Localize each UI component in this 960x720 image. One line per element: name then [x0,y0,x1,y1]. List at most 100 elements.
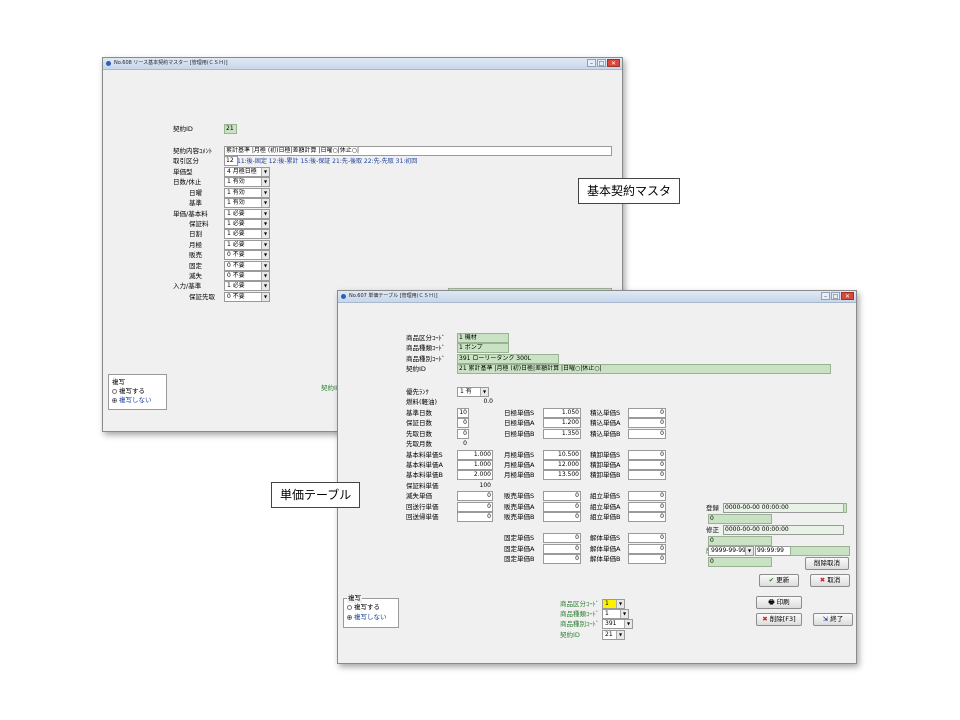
price-field[interactable]: 0 [543,491,581,501]
delete-cancel-button[interactable]: 削除取消 [805,557,849,570]
window-controls: – □ ✕ [820,292,854,300]
price-field[interactable]: 2.000 [457,470,493,480]
price-field[interactable]: 0 [543,554,581,564]
close-icon[interactable]: ✕ [607,59,620,67]
price-field[interactable]: 0 [628,502,666,512]
master-row-value: 0 不要 [227,292,245,300]
price-label: 回送行単価 [406,503,439,511]
fuel-field[interactable]: 0.0 [457,397,495,407]
price-field[interactable]: 0 [457,512,493,522]
tanka-fukusha-yes-radio[interactable]: 複写する [347,603,380,612]
price-field[interactable]: 1.000 [457,450,493,460]
price-field[interactable]: 0 [457,439,469,449]
master-row-select[interactable]: 1 有効 ▼ [224,177,270,188]
contract-id-label: 契約ID [173,125,193,133]
search-select[interactable]: 1 ▼ [602,599,625,609]
del-date-select[interactable]: 9999-99-99 ▼ [708,546,754,556]
comment-field[interactable]: 累計基準 |月極 (初)日極|差額計算 |日曜○|休止○| [224,146,612,156]
maximize-icon[interactable]: □ [597,59,606,67]
master-row-label: 販売 [189,251,202,260]
end-button[interactable]: ⇲ 終了 [813,613,853,626]
price-label: 固定単価S [504,534,535,542]
chevron-down-icon: ▼ [480,388,488,396]
price-field[interactable]: 100 [457,481,493,491]
price-field[interactable]: 0 [628,470,666,480]
search-select[interactable]: 391 ▼ [602,619,633,630]
price-label: 販売単価A [504,503,535,511]
price-field[interactable]: 0 [543,502,581,512]
price-field[interactable]: 0 [543,533,581,543]
master-row-select[interactable]: 1 有効 ▼ [224,198,270,209]
master-row-value: 1 必要 [227,240,245,248]
master-row-select[interactable]: 0 不要 ▼ [224,271,270,281]
master-row-value: 1 有効 [227,178,245,186]
delete-button[interactable]: ✖ 削除[F3] [756,613,802,626]
price-field[interactable]: 0 [543,544,581,554]
master-row-select[interactable]: 1 必要 ▼ [224,219,270,229]
price-field[interactable]: 10 [457,408,469,418]
price-field[interactable]: 0 [628,491,666,501]
price-field[interactable]: 0 [628,418,666,428]
cancel-button[interactable]: ✖ 取消 [810,574,850,587]
price-field[interactable]: 0 [543,512,581,522]
price-field[interactable]: 0 [628,429,666,439]
update-button[interactable]: ✔ 更新 [759,574,799,587]
price-label: 日極単価A [504,419,535,427]
minimize-icon[interactable]: – [821,292,830,300]
master-row-value: 0 不要 [227,261,245,269]
price-field[interactable]: 0 [628,554,666,564]
master-row-select[interactable]: 1 有効 ▼ [224,187,270,198]
header-field: 1 ポンプ [457,343,509,354]
price-field[interactable]: 0 [628,544,666,554]
price-field[interactable]: 0 [457,418,469,428]
master-row-select[interactable]: 4 月極日極 ▼ [224,167,270,177]
torihiki-field[interactable]: 12 [224,156,238,166]
master-row-select[interactable]: 0 不要 ▼ [224,260,270,271]
priority-select[interactable]: 1 有 ▼ [457,387,489,397]
master-row-label: 単価/基本料 [173,209,208,218]
master-row-select[interactable]: 1 必要 ▼ [224,281,270,292]
price-field[interactable]: 0 [628,408,666,418]
search-select[interactable]: 21 ▼ [602,629,625,640]
maximize-icon[interactable]: □ [831,292,840,300]
master-row-select[interactable]: 0 不要 ▼ [224,250,270,261]
search-label: 契約ID [560,630,580,639]
print-button[interactable]: 🖶 印刷 [756,596,802,609]
minimize-icon[interactable]: – [587,59,596,67]
master-row-label: 基準 [189,199,202,208]
price-field[interactable]: 0 [457,429,469,439]
radio-on-icon [112,398,117,403]
master-row-label: 入力/基準 [173,282,202,291]
price-label: 保証日数 [406,419,432,427]
price-field[interactable]: 0 [457,491,493,501]
master-row-label: 単価型 [173,168,193,176]
master-fukusha-yes-radio[interactable]: 複写する [112,387,145,396]
master-row-select[interactable]: 1 必要 ▼ [224,229,270,240]
master-row-select[interactable]: 0 不要 ▼ [224,291,270,302]
price-field[interactable]: 0 [628,460,666,470]
price-label: 基本料単価A [406,461,443,469]
master-titlebar: No.608 リース基本契約マスター [管理用(ＣＳＨ)] – □ ✕ [103,58,622,70]
price-field[interactable]: 1.200 [543,418,581,428]
del-time-field[interactable]: 99:99:99 [755,546,791,556]
chevron-down-icon: ▼ [261,209,269,218]
price-field[interactable]: 0 [457,502,493,512]
price-field[interactable]: 1.350 [543,429,581,439]
price-field[interactable]: 0 [628,533,666,543]
chevron-down-icon: ▼ [261,230,269,239]
master-fukusha-no-radio[interactable]: 複写しない [112,396,152,405]
price-field[interactable]: 13.500 [543,470,581,480]
close-icon[interactable]: ✕ [841,292,854,300]
radio-on-icon [347,615,352,620]
price-field[interactable]: 0 [628,512,666,522]
search-select[interactable]: 1 ▼ [602,609,629,620]
master-row-select[interactable]: 1 必要 ▼ [224,239,270,250]
price-field[interactable]: 10.500 [543,450,581,460]
price-field[interactable]: 0 [628,450,666,460]
master-row-select[interactable]: 1 必要 ▼ [224,208,270,219]
price-field[interactable]: 1.000 [457,460,493,470]
header-field: 391 ローリータンク 300L [457,353,559,364]
price-field[interactable]: 12.000 [543,460,581,470]
price-field[interactable]: 1.050 [543,408,581,418]
tanka-fukusha-no-radio[interactable]: 複写しない [347,613,387,622]
